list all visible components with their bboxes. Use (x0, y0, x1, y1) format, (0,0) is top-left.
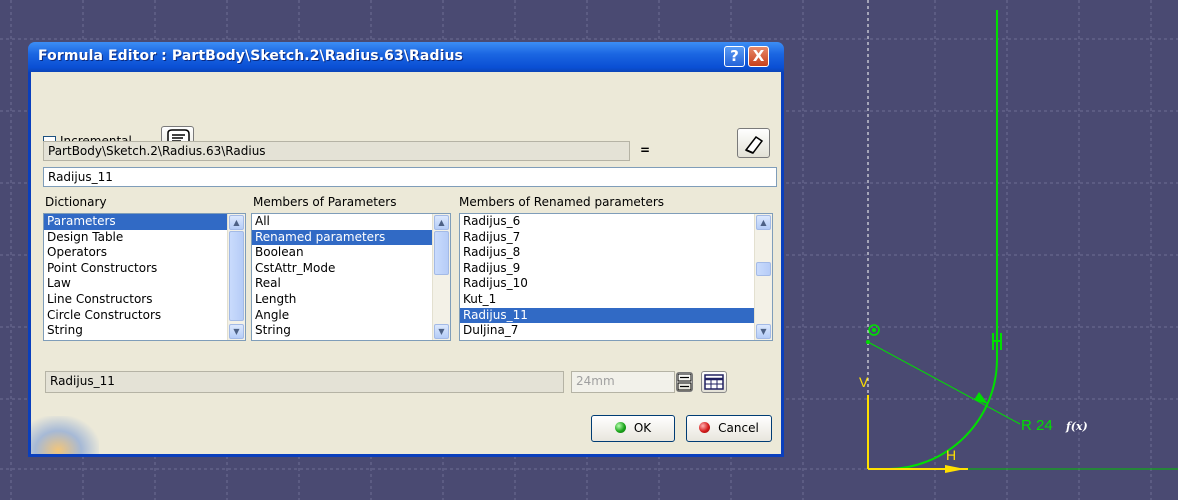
members-scrollbar[interactable]: ▲ ▼ (432, 214, 450, 340)
h-arrow (945, 465, 965, 473)
list-item[interactable]: Point Constructors (44, 261, 245, 277)
scroll-down-arrow-icon[interactable]: ▼ (434, 324, 449, 339)
list-item[interactable]: String (252, 323, 450, 339)
clear-button[interactable] (737, 128, 770, 158)
renamed-scrollbar[interactable]: ▲ ▼ (754, 214, 772, 340)
list-item[interactable]: Radijus_10 (460, 276, 772, 292)
list-item[interactable]: Boolean (252, 245, 450, 261)
list-item[interactable]: Operators (44, 245, 245, 261)
scroll-up-arrow-icon[interactable]: ▲ (756, 215, 771, 230)
ok-icon (614, 422, 626, 433)
value-spinner[interactable] (676, 372, 693, 392)
ok-button[interactable]: OK (591, 415, 675, 442)
parameter-path-field: PartBody\Sketch.2\Radius.63\Radius (43, 141, 630, 161)
measure-button[interactable] (701, 371, 727, 393)
list-item[interactable]: Circle Constructors (44, 308, 245, 324)
cancel-button[interactable]: Cancel (686, 415, 772, 442)
list-item[interactable]: Kut_1 (460, 292, 772, 308)
catia-logo (31, 416, 99, 454)
list-item[interactable]: Radijus_6 (460, 214, 772, 230)
help-button[interactable]: ? (724, 46, 745, 67)
scroll-down-arrow-icon[interactable]: ▼ (756, 324, 771, 339)
renamed-members-label: Members of Renamed parameters (459, 195, 665, 209)
list-item[interactable]: CstAttr_Mode (252, 261, 450, 277)
formula-icon: f(x) (1066, 420, 1088, 433)
members-list[interactable]: All Renamed parameters Boolean CstAttr_Mode… (251, 213, 451, 341)
list-item[interactable]: Law (44, 276, 245, 292)
scroll-thumb[interactable] (434, 231, 449, 275)
list-item[interactable]: Renamed parameters (252, 229, 450, 246)
dictionary-scrollbar[interactable]: ▲ ▼ (227, 214, 245, 340)
close-button[interactable]: X (748, 46, 769, 67)
list-item[interactable]: Length (252, 292, 450, 308)
list-item[interactable]: Line Constructors (44, 292, 245, 308)
arc-center-dot (872, 328, 876, 332)
spinner-arrows-icon (677, 373, 692, 391)
list-item[interactable]: All (252, 214, 450, 230)
selected-parameter-field: Radijus_11 (45, 371, 564, 393)
list-item[interactable]: Real (252, 276, 450, 292)
scroll-up-arrow-icon[interactable]: ▲ (229, 215, 244, 230)
list-item[interactable]: Duljina_7 (460, 323, 772, 339)
eraser-icon (744, 135, 764, 154)
list-item[interactable]: Angle (252, 308, 450, 324)
renamed-parameters-list[interactable]: Radijus_6 Radijus_7 Radijus_8 Radijus_9 Radi… (459, 213, 773, 341)
list-item[interactable]: Radijus_9 (460, 261, 772, 277)
dialog-title-bar[interactable]: Formula Editor : PartBody\Sketch.2\Radiu… (28, 42, 784, 72)
list-item[interactable]: Design Table (44, 230, 245, 246)
scroll-down-arrow-icon[interactable]: ▼ (229, 324, 244, 339)
vertical-constraint-label: V (859, 374, 869, 390)
dimension-arrow (974, 392, 988, 404)
list-item[interactable]: String (44, 323, 245, 339)
ok-label: OK (633, 421, 652, 435)
formula-input[interactable]: Radijus_11 (43, 167, 777, 187)
equals-sign: = (640, 143, 651, 157)
list-item[interactable]: Parameters (44, 214, 245, 230)
horizontal-constraint-label: H (946, 447, 957, 463)
dictionary-list[interactable]: Parameters Design Table Operators Point Con… (43, 213, 246, 341)
list-item[interactable]: Radijus_7 (460, 230, 772, 246)
value-field: 24mm (571, 371, 675, 393)
scroll-thumb[interactable] (756, 262, 771, 276)
scroll-thumb[interactable] (229, 231, 244, 321)
radius-dimension-value[interactable]: R 24 (1021, 417, 1053, 434)
members-label: Members of Parameters (253, 195, 397, 209)
dialog-title: Formula Editor : PartBody\Sketch.2\Radiu… (38, 48, 463, 64)
formula-editor-dialog: Formula Editor : PartBody\Sketch.2\Radiu… (28, 42, 784, 457)
list-item[interactable]: Radijus_11 (460, 307, 772, 324)
cancel-icon (699, 422, 711, 433)
scroll-up-arrow-icon[interactable]: ▲ (434, 215, 449, 230)
dictionary-label: Dictionary (45, 195, 107, 209)
grid-table-icon (704, 374, 724, 390)
list-item[interactable]: Radijus_8 (460, 245, 772, 261)
center-point[interactable] (866, 340, 870, 344)
cancel-label: Cancel (718, 421, 759, 435)
